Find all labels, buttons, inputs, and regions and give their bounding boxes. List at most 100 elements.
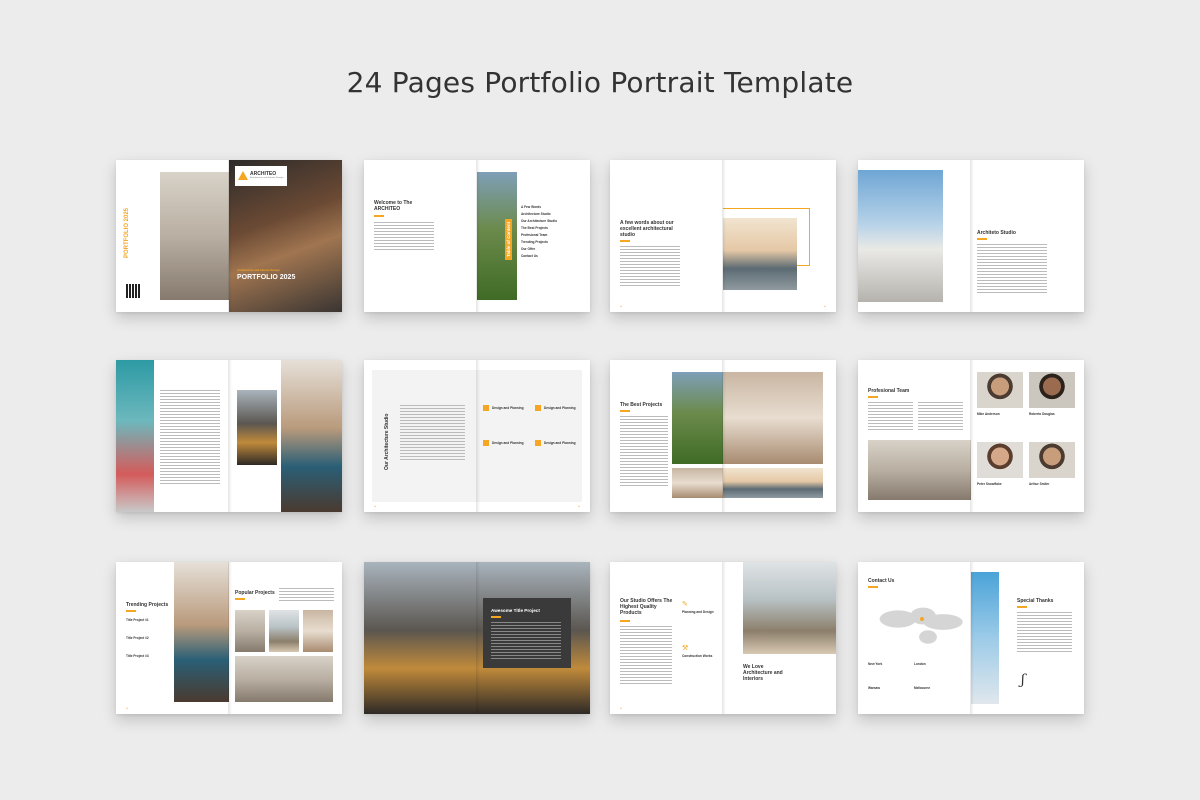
body-text bbox=[160, 390, 220, 485]
toc-item[interactable]: The Best Projects bbox=[521, 226, 548, 230]
number-badge bbox=[483, 405, 489, 411]
page-number: ◂ bbox=[620, 706, 622, 710]
accent-line bbox=[374, 215, 384, 217]
service-item: Design and Planning bbox=[544, 406, 576, 410]
page-left: Our Architecture Studio ◂ bbox=[364, 360, 477, 512]
facade-photo bbox=[364, 562, 477, 714]
toc-item[interactable]: Trending Projects bbox=[521, 240, 548, 244]
spread-contact[interactable]: Contact Us New York London Warsaw Melbou… bbox=[858, 562, 1084, 714]
popular-photo bbox=[235, 610, 265, 652]
page-right: ARCHITEO Architecture and Interior Desig… bbox=[229, 160, 342, 312]
member-name: Roberto Douglas bbox=[1029, 412, 1055, 416]
spread-team[interactable]: Profesional Team Mike Anderson Roberto D… bbox=[858, 360, 1084, 512]
page-right bbox=[229, 360, 342, 512]
toc-item[interactable]: A Few Words bbox=[521, 205, 541, 209]
page-right: Table of Content A Few Words Architectur… bbox=[477, 160, 590, 312]
map-pin-icon bbox=[920, 617, 924, 621]
service-item: Design and Planning bbox=[492, 406, 524, 410]
studio-vertical-title: Our Architecture Studio bbox=[384, 413, 390, 471]
page-right: Awesome Title Project bbox=[477, 562, 590, 714]
page-title: 24 Pages Portfolio Portrait Template bbox=[346, 66, 854, 99]
welcome-title: Welcome to The ARCHITEO bbox=[374, 200, 413, 212]
number-badge bbox=[483, 440, 489, 446]
popular-photo bbox=[269, 610, 299, 652]
city-name: New York bbox=[868, 662, 883, 666]
page-number: ▸ bbox=[578, 504, 580, 508]
awesome-title: Awesome Title Project bbox=[491, 608, 540, 613]
kitchen-photo bbox=[281, 360, 342, 512]
spread-studio[interactable]: Architeto Studio bbox=[858, 160, 1084, 312]
white-house-photo bbox=[858, 170, 943, 302]
spread-offers[interactable]: Our Studio Offers The Highest Quality Pr… bbox=[610, 562, 836, 714]
page-left bbox=[116, 360, 229, 512]
body-text bbox=[491, 622, 561, 660]
page-left: A few words about our excellent architec… bbox=[610, 160, 723, 312]
body-text bbox=[977, 244, 1047, 294]
accent-line bbox=[620, 410, 630, 412]
brand-box: ARCHITEO Architecture and Interior Desig… bbox=[235, 166, 287, 186]
page-right: Popular Projects bbox=[229, 562, 342, 714]
toc-item[interactable]: Contact Us bbox=[521, 254, 538, 258]
body-text bbox=[620, 626, 672, 686]
few-words-title: A few words about our excellent architec… bbox=[620, 220, 674, 238]
garden-photo bbox=[672, 372, 723, 464]
toc-item[interactable]: Our Offer bbox=[521, 247, 535, 251]
popular-title: Popular Projects bbox=[235, 590, 275, 596]
member-name: Arthur Smiler bbox=[1029, 482, 1050, 486]
accent-line bbox=[1017, 606, 1027, 608]
offers-tagline: We Love Architecture and Interiors bbox=[743, 664, 783, 682]
toc-label: Table of Content bbox=[505, 218, 512, 260]
villa-photo bbox=[723, 218, 797, 290]
trending-title: Trending Projects bbox=[126, 602, 169, 608]
spread-few-words[interactable]: A few words about our excellent architec… bbox=[610, 160, 836, 312]
avatar bbox=[1029, 372, 1075, 408]
page-left: The Best Projects bbox=[610, 360, 723, 512]
avatar bbox=[977, 442, 1023, 478]
page-right: Architeto Studio bbox=[971, 160, 1084, 312]
city-name: London bbox=[914, 662, 926, 666]
accent-line bbox=[868, 586, 878, 588]
member-name: Mike Anderson bbox=[977, 412, 1000, 416]
spread-trending[interactable]: Trending Projects Title Project #1 Title… bbox=[116, 562, 342, 714]
pencil-icon: ✎ bbox=[682, 601, 688, 608]
body-text bbox=[1017, 612, 1072, 652]
spread-best-projects[interactable]: The Best Projects bbox=[610, 360, 836, 512]
page-left: Trending Projects Title Project #1 Title… bbox=[116, 562, 229, 714]
page-left: Our Studio Offers The Highest Quality Pr… bbox=[610, 562, 723, 714]
number-badge bbox=[535, 440, 541, 446]
page-right: We Love Architecture and Interiors bbox=[723, 562, 836, 714]
building-photo bbox=[116, 360, 154, 512]
cover-title: PORTFOLIO 2025 bbox=[237, 274, 296, 281]
accent-line bbox=[126, 610, 136, 612]
toc-item[interactable]: Profesional Team bbox=[521, 233, 547, 237]
tower-photo bbox=[971, 572, 999, 704]
member-name: Peter Snowflake bbox=[977, 482, 1002, 486]
spread-welcome[interactable]: Welcome to The ARCHITEO Table of Content… bbox=[364, 160, 590, 312]
qr-code-icon bbox=[126, 284, 140, 298]
popular-photo bbox=[303, 610, 333, 652]
spread-cover[interactable]: PORTFOLIO 2025 ARCHITEO Architecture and… bbox=[116, 160, 342, 312]
spread-our-studio[interactable]: Our Architecture Studio ◂ Design and Pla… bbox=[364, 360, 590, 512]
page-left bbox=[858, 160, 971, 312]
page-left: Welcome to The ARCHITEO bbox=[364, 160, 477, 312]
thanks-title: Special Thanks bbox=[1017, 598, 1054, 604]
toc-item[interactable]: Our Architecture Studio bbox=[521, 219, 557, 223]
best-projects-title: The Best Projects bbox=[620, 402, 663, 408]
city-name: Warsaw bbox=[868, 686, 880, 690]
service-item: Design and Planning bbox=[492, 441, 524, 445]
number-badge bbox=[535, 405, 541, 411]
tower-photo bbox=[237, 390, 277, 465]
toc-item[interactable]: Architecture Studio bbox=[521, 212, 551, 216]
world-map bbox=[868, 592, 968, 652]
studio-title: Architeto Studio bbox=[977, 230, 1016, 236]
villa-photo bbox=[723, 468, 823, 498]
avatar bbox=[1029, 442, 1075, 478]
spread-awesome-project[interactable]: Awesome Title Project bbox=[364, 562, 590, 714]
popular-photo bbox=[235, 656, 333, 702]
trending-item: Title Project #2 bbox=[126, 636, 149, 640]
offer-item: Construction Works bbox=[682, 654, 713, 658]
page-number: ◂ bbox=[374, 504, 376, 508]
page-number: ◂ bbox=[620, 304, 622, 308]
spread-interior[interactable] bbox=[116, 360, 342, 512]
body-text bbox=[620, 246, 680, 286]
